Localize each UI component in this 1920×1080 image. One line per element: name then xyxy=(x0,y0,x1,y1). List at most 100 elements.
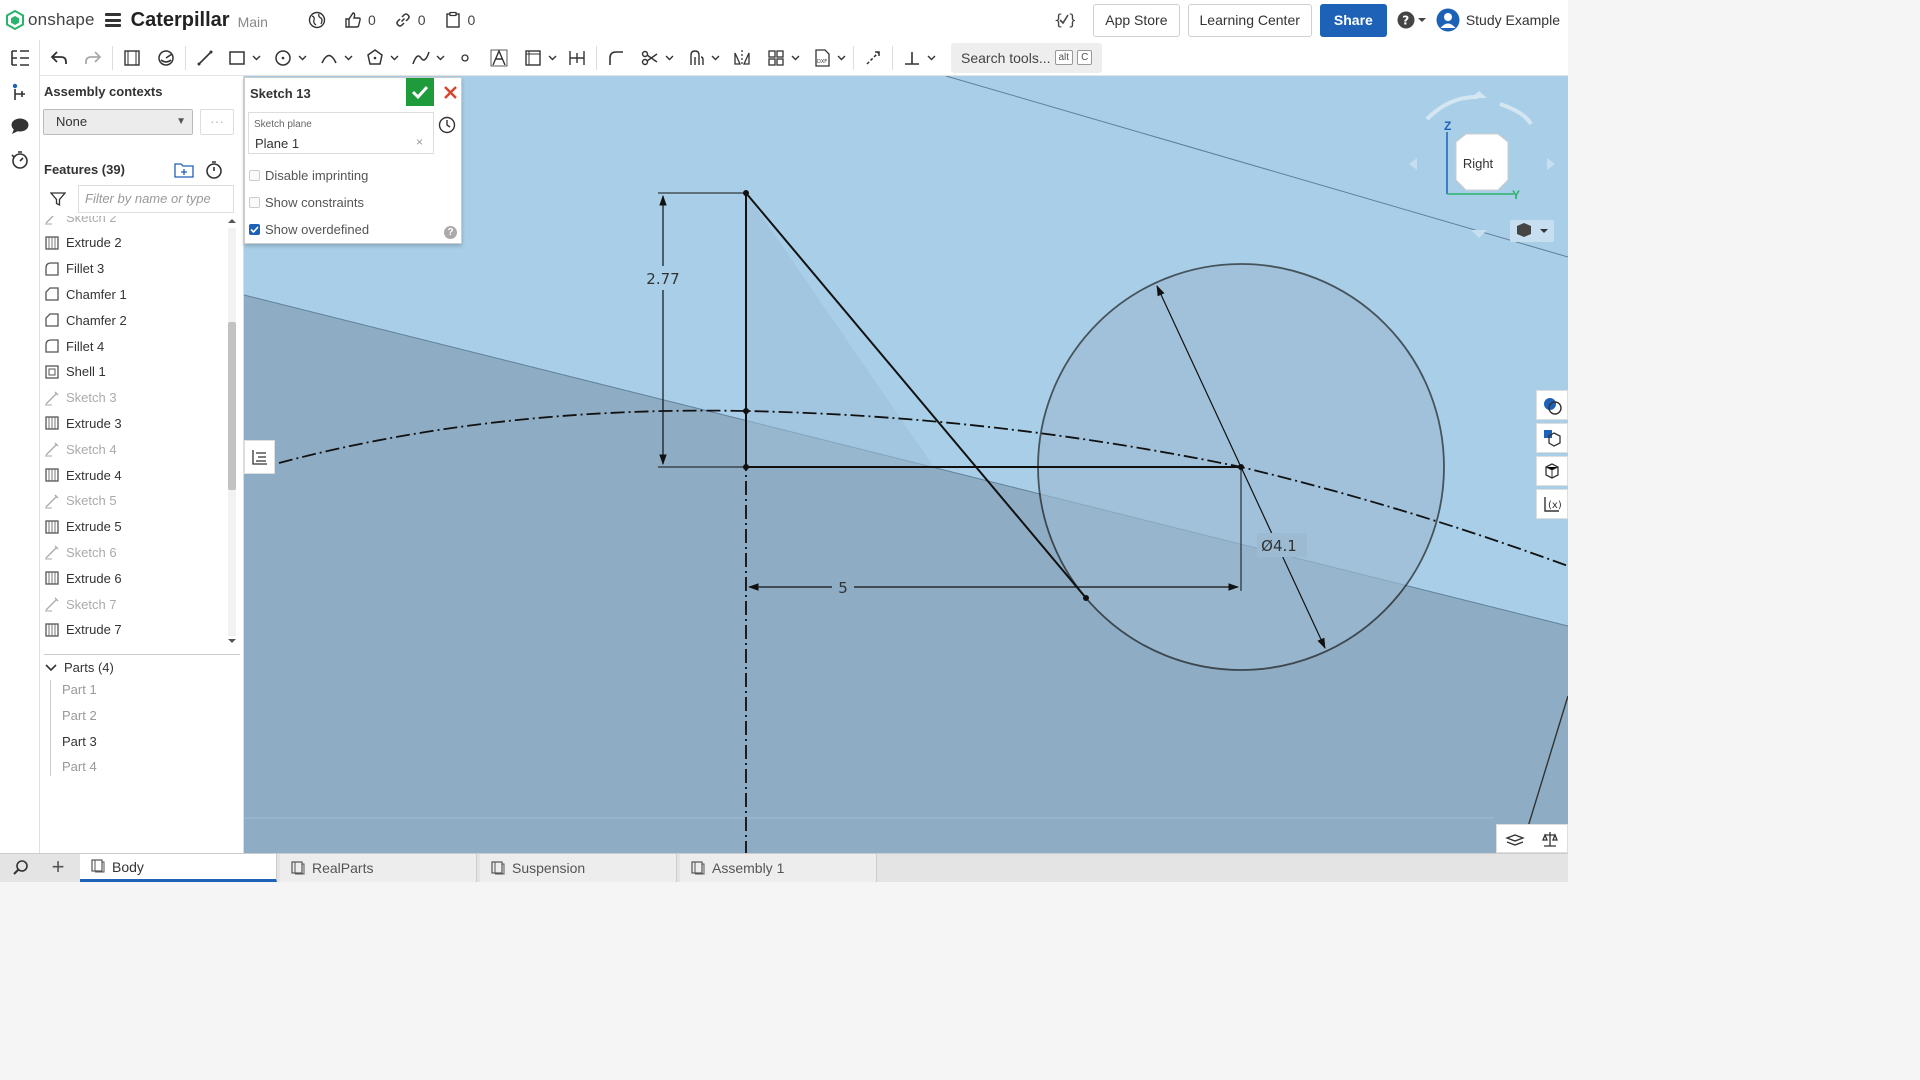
polygon-dropdown[interactable] xyxy=(388,45,400,71)
spline-dropdown[interactable] xyxy=(434,45,446,71)
tool-fillet[interactable] xyxy=(603,45,629,71)
show-overdefined-checkbox[interactable]: Show overdefined xyxy=(249,222,369,237)
part-item[interactable]: Part 1 xyxy=(62,682,97,697)
tool-construction[interactable] xyxy=(860,45,886,71)
filter-icon[interactable] xyxy=(49,191,67,210)
feature-item[interactable]: Sketch 7 xyxy=(44,591,117,617)
variables-icon[interactable]: {} xyxy=(1053,9,1075,31)
feature-list-toggle[interactable] xyxy=(8,46,32,70)
feature-item[interactable]: Extrude 3 xyxy=(44,410,122,436)
feature-item[interactable]: Extrude 2 xyxy=(44,230,122,256)
dxf-dropdown[interactable] xyxy=(835,45,847,71)
part-item[interactable]: Part 3 xyxy=(62,734,97,749)
rectangle-dropdown[interactable] xyxy=(250,45,262,71)
dimension-horizontal[interactable]: 5 xyxy=(838,579,848,597)
tool-circle[interactable] xyxy=(270,45,296,71)
clear-plane-icon[interactable]: × xyxy=(416,135,423,149)
dialog-help-icon[interactable]: ? xyxy=(444,226,457,239)
tool-offset[interactable] xyxy=(683,45,709,71)
feature-item[interactable]: Extrude 5 xyxy=(44,514,122,540)
tool-spline[interactable] xyxy=(408,45,434,71)
scrollbar-thumb[interactable] xyxy=(228,322,236,490)
search-tools[interactable]: Search tools... alt C xyxy=(951,42,1103,73)
tool-insert-image[interactable] xyxy=(520,45,546,71)
show-constraints-checkbox[interactable]: Show constraints xyxy=(249,195,364,210)
cancel-button[interactable] xyxy=(437,78,463,106)
feature-filter-input[interactable]: Filter by name or type xyxy=(78,185,234,213)
tab-assembly-1[interactable]: Assembly 1 xyxy=(680,854,877,882)
tool-dxf-import[interactable]: DXF xyxy=(809,45,835,71)
new-folder-button[interactable] xyxy=(174,161,194,182)
tool-pattern[interactable] xyxy=(763,45,789,71)
tool-point[interactable] xyxy=(452,45,478,71)
add-tab-button[interactable]: + xyxy=(46,856,70,880)
sketch-point[interactable] xyxy=(743,464,749,470)
dimension-vertical[interactable]: 2.77 xyxy=(646,270,679,288)
accept-button[interactable] xyxy=(406,78,434,106)
sketch-point[interactable] xyxy=(743,190,749,196)
feature-item[interactable]: Sketch 2 xyxy=(44,216,117,230)
tool-polygon[interactable] xyxy=(362,45,388,71)
rollback-timer-button[interactable] xyxy=(204,160,224,183)
scroll-down-icon[interactable] xyxy=(227,636,237,646)
undo-button[interactable] xyxy=(46,45,72,71)
insert-part-button[interactable] xyxy=(8,80,32,104)
tool-mirror[interactable] xyxy=(729,45,755,71)
feature-item[interactable]: Sketch 3 xyxy=(44,385,117,411)
feature-item[interactable]: Sketch 6 xyxy=(44,539,117,565)
arc-dropdown[interactable] xyxy=(342,45,354,71)
feature-item[interactable]: Chamfer 2 xyxy=(44,307,127,333)
branch-name[interactable]: Main xyxy=(238,14,268,30)
view-options-button[interactable] xyxy=(1510,220,1554,242)
tool-text[interactable] xyxy=(486,45,512,71)
search-bottom-icon[interactable] xyxy=(10,858,30,879)
document-title[interactable]: Caterpillar xyxy=(131,9,230,32)
assembly-context-more-button[interactable]: ··· xyxy=(200,109,234,135)
disable-imprinting-checkbox[interactable]: Disable imprinting xyxy=(249,168,368,183)
tool-line[interactable] xyxy=(192,45,218,71)
section-view-icon[interactable] xyxy=(1504,830,1525,848)
trim-dropdown[interactable] xyxy=(663,45,675,71)
feature-item[interactable]: Fillet 3 xyxy=(44,256,104,282)
app-store-button[interactable]: App Store xyxy=(1093,3,1180,37)
tab-realparts[interactable]: RealParts xyxy=(280,854,477,882)
parts-header[interactable]: Parts (4) xyxy=(44,654,240,680)
tool-constraints[interactable] xyxy=(899,45,925,71)
part-item[interactable]: Part 4 xyxy=(62,759,97,774)
hamburger-menu-icon[interactable] xyxy=(104,13,121,27)
dimension-diameter[interactable]: Ø4.1 xyxy=(1261,537,1297,555)
learning-center-button[interactable]: Learning Center xyxy=(1187,3,1312,37)
tool-rectangle[interactable] xyxy=(224,45,250,71)
view-cube-face-label[interactable]: Right xyxy=(1463,156,1494,171)
help-menu[interactable]: ? xyxy=(1397,11,1426,29)
sketch-point[interactable] xyxy=(1238,464,1244,470)
feature-item[interactable]: Sketch 5 xyxy=(44,488,117,514)
tool-use[interactable] xyxy=(153,45,179,71)
copies-button[interactable]: 0 xyxy=(444,11,475,29)
globe-button[interactable] xyxy=(308,11,326,29)
feature-item[interactable]: Extrude 6 xyxy=(44,565,122,591)
circle-dropdown[interactable] xyxy=(296,45,308,71)
rollback-history-button[interactable] xyxy=(438,116,456,137)
appearance-panel-button[interactable] xyxy=(1536,390,1568,420)
variables-panel-button[interactable]: (x) xyxy=(1536,489,1568,519)
tool-trim[interactable] xyxy=(637,45,663,71)
parts-panel-button[interactable] xyxy=(1536,423,1568,453)
assembly-context-select[interactable]: None ▼ xyxy=(43,109,193,135)
comments-button[interactable] xyxy=(8,114,32,138)
mass-properties-button[interactable] xyxy=(1536,456,1568,486)
redo-button[interactable] xyxy=(80,45,106,71)
feature-item[interactable]: Fillet 4 xyxy=(44,333,104,359)
feature-item[interactable]: Chamfer 1 xyxy=(44,281,127,307)
insert-dropdown[interactable] xyxy=(546,45,558,71)
feature-item[interactable]: Extrude 7 xyxy=(44,617,122,643)
sketch-list-button[interactable] xyxy=(244,440,275,474)
tool-arc[interactable] xyxy=(316,45,342,71)
links-button[interactable]: 0 xyxy=(394,11,426,29)
tool-new-sketch[interactable] xyxy=(119,45,145,71)
measure-icon[interactable] xyxy=(1540,830,1560,848)
history-button[interactable] xyxy=(8,148,32,172)
like-button[interactable]: 0 xyxy=(344,11,376,29)
part-item[interactable]: Part 2 xyxy=(62,708,97,723)
sketch-point[interactable] xyxy=(1083,595,1089,601)
